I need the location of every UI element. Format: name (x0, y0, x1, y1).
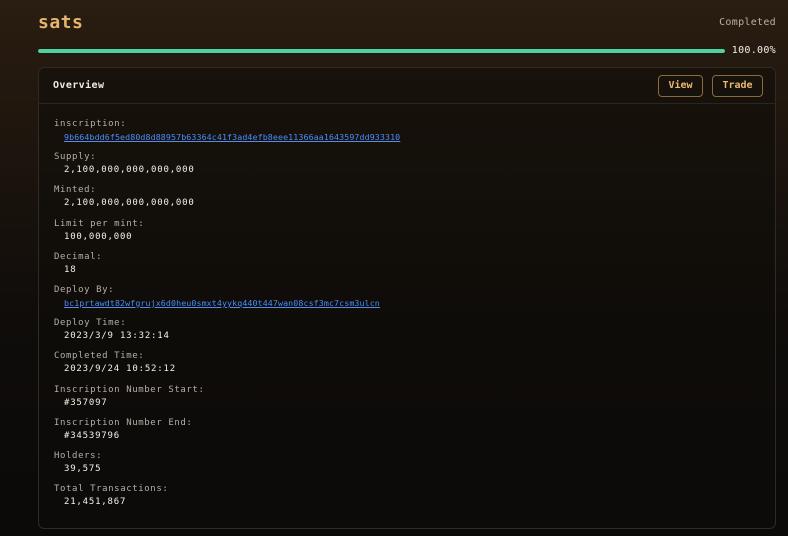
field-label: inscription: (54, 119, 127, 129)
status-text: Completed (719, 17, 776, 28)
field-label: Supply: (54, 152, 97, 163)
field-minted: Minted: 2,100,000,000,000,000 (54, 184, 754, 217)
field-value: 18 (64, 264, 77, 275)
progress-percentage: 100.00% (731, 45, 776, 56)
card-title: Overview (53, 80, 105, 91)
field-value: 2023/9/24 10:52:12 (64, 364, 176, 375)
field-total-transactions: Total Transactions: 21,451,867 (54, 483, 754, 516)
field-label: Deploy By: (54, 284, 115, 295)
field-value: 21,451,867 (64, 497, 127, 508)
trade-button[interactable]: Trade (712, 75, 763, 97)
field-label: Minted: (54, 185, 97, 196)
field-list: inscription: 9b664bdd6f5ed80d8d88957b633… (54, 118, 754, 516)
field-label: Completed Time: (54, 351, 145, 362)
field-inscription: inscription: 9b664bdd6f5ed80d8d88957b633… (54, 118, 754, 151)
field-decimal: Decimal: 18 (54, 251, 754, 284)
field-deploy-time: Deploy Time: 2023/3/9 13:32:14 (54, 317, 754, 350)
field-label: Total Transactions: (54, 484, 169, 495)
view-button[interactable]: View (658, 75, 703, 97)
card-header: Overview View Trade (39, 68, 775, 104)
field-value: 2023/3/9 13:32:14 (64, 331, 170, 342)
field-limit-per-mint: Limit per mint: 100,000,000 (54, 218, 754, 251)
inscription-id-link[interactable]: 9b664bdd6f5ed80d8d88957b63364c41f3ad4efb… (64, 131, 754, 143)
field-inscription-number-start: Inscription Number Start: #357097 (54, 384, 754, 417)
field-value: #357097 (64, 397, 108, 408)
overview-card: Overview View Trade inscription: 9b664bd… (38, 67, 776, 529)
field-inscription-number-end: Inscription Number End: #34539796 (54, 417, 754, 450)
field-deploy-by: Deploy By: bc1prtawdt82wfgrujx6d0heu0smx… (54, 284, 754, 317)
field-supply: Supply: 2,100,000,000,000,000 (54, 151, 754, 184)
deployer-address-link[interactable]: bc1prtawdt82wfgrujx6d0heu0smxt4yykq440t4… (64, 297, 754, 309)
progress-track (38, 49, 725, 53)
field-label: Decimal: (54, 251, 103, 262)
field-value: #34539796 (64, 430, 120, 441)
field-holders: Holders: 39,575 (54, 450, 754, 483)
progress-fill (38, 49, 725, 53)
field-label: Limit per mint: (54, 218, 145, 229)
field-label: Inscription Number Start: (54, 384, 205, 395)
field-value: 2,100,000,000,000,000 (64, 165, 195, 176)
field-completed-time: Completed Time: 2023/9/24 10:52:12 (54, 350, 754, 383)
field-label: Deploy Time: (54, 318, 127, 329)
page-header: sats Completed (38, 10, 778, 38)
field-value: 100,000,000 (64, 231, 133, 242)
page-title: sats (38, 12, 84, 33)
mint-progress: 100.00% (38, 45, 778, 57)
field-label: Inscription Number End: (54, 417, 193, 428)
field-value: 2,100,000,000,000,000 (64, 198, 195, 209)
field-label: Holders: (54, 450, 103, 461)
field-value: 39,575 (64, 463, 102, 474)
